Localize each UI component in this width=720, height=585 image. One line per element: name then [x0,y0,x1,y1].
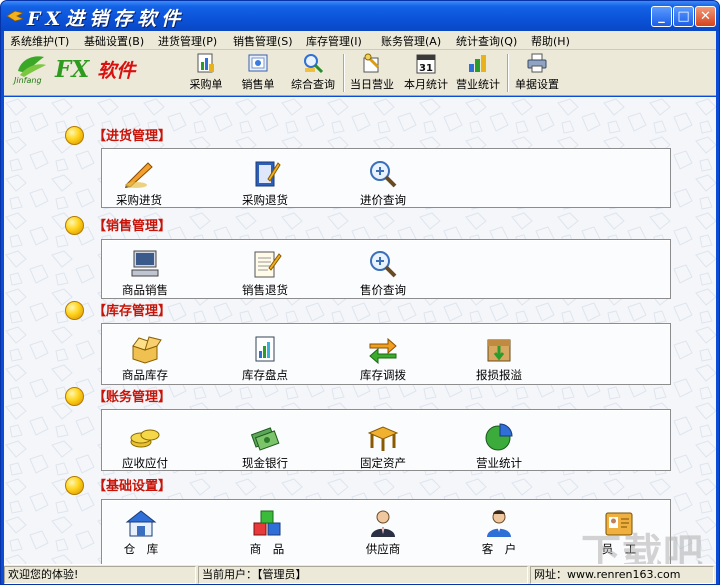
section-title-accounts: 【账务管理】 [93,390,172,405]
panel-purchase: 采购进货 采购退货 进价查询 [101,148,671,208]
cubes-icon [253,510,281,536]
menu-basic-settings[interactable]: 基础设置(B) [84,33,144,49]
item-purchase-return[interactable]: 采购退货 [220,159,310,208]
brand-logo: Jinfang [12,56,46,85]
panel-accounts: 应收应付 现金银行 固定资产 营业统计 [101,409,671,471]
daily-business-icon [363,53,380,73]
section-title-sales: 【销售管理】 [93,219,172,234]
toolbar-daily-business[interactable]: 当日营业 [347,52,397,94]
item-sales-return[interactable]: 销售退货 [220,249,310,298]
section-bullet [65,301,84,320]
main-content: 【进货管理】 采购进货 采购退货 进价查询 【销售管理】 商品销售 销售退货 售… [4,97,716,564]
minimize-icon: _ [658,9,665,24]
magnifier-icon [370,161,397,188]
table-icon [367,426,399,451]
toolbar-monthly-stats[interactable]: 31 本月统计 [401,52,451,94]
svg-text:Jinfang: Jinfang [12,76,42,85]
watermark: 下载吧 [581,531,704,564]
item-products[interactable]: 商 品 [222,508,312,557]
customer-icon [487,510,511,537]
panel-sales: 商品销售 销售退货 售价查询 [101,239,671,299]
item-purchase-in[interactable]: 采购进货 [94,159,184,208]
item-product-sales[interactable]: 商品销售 [100,249,190,298]
toolbar-sales-order[interactable]: 销售单 [238,52,278,94]
toolbar-separator [507,54,509,92]
item-loss-overflow[interactable]: 报损报溢 [454,334,544,383]
supplier-icon [371,510,395,537]
section-bullet [65,216,84,235]
computer-icon [131,250,159,277]
coins-icon [130,429,160,448]
pie-chart-icon [485,423,513,451]
section-title-purchase: 【进货管理】 [93,129,172,144]
printer-icon [527,53,547,73]
open-box-icon [132,336,162,364]
calendar-icon: 31 [416,54,436,74]
menu-system[interactable]: 系统维护(T) [10,33,69,49]
menu-bar: 系统维护(T) 基础设置(B) 进货管理(P) 销售管理(S) 库存管理(I) … [4,31,716,50]
notepad-icon [254,251,282,278]
item-stock-transfer[interactable]: 库存调拨 [338,334,428,383]
item-sale-price-query[interactable]: 售价查询 [338,249,428,298]
close-icon: ✕ [700,9,711,24]
toolbar-separator [343,54,345,92]
close-button[interactable]: ✕ [695,6,716,27]
status-bar: 欢迎您的体验! 当前用户：【管理员】 网址：www.renren163.com [4,564,716,584]
item-receivable-payable[interactable]: 应收应付 [100,422,190,471]
item-stocktaking[interactable]: 库存盘点 [220,334,310,383]
brand-fx: FX [55,56,90,83]
item-cash-bank[interactable]: 现金银行 [220,422,310,471]
section-bullet [65,387,84,406]
item-business-stats[interactable]: 营业统计 [454,422,544,471]
book-pen-icon [255,161,281,187]
transfer-arrows-icon [369,337,397,364]
menu-statistics[interactable]: 统计查询(Q) [456,33,517,49]
brand-software: 软件 [97,60,136,82]
item-supplier[interactable]: 供应商 [338,508,428,557]
menu-help[interactable]: 帮助(H) [531,33,570,49]
brand-name: FX 软件 [55,56,135,83]
report-icon [255,336,275,362]
item-product-inventory[interactable]: 商品库存 [100,334,190,383]
purchase-order-icon [197,53,214,73]
menu-accounts[interactable]: 账务管理(A) [381,33,441,49]
menu-purchase[interactable]: 进货管理(P) [158,33,217,49]
maximize-button[interactable]: □ [673,6,694,27]
menu-sales[interactable]: 销售管理(S) [233,33,293,49]
svg-text:31: 31 [419,63,433,74]
minimize-button[interactable]: _ [651,6,672,27]
section-bullet [65,126,84,145]
sales-order-icon [248,54,268,72]
item-cost-price-query[interactable]: 进价查询 [338,159,428,208]
panel-inventory: 商品库存 库存盘点 库存调拨 报损报溢 [101,323,671,385]
cash-icon [250,427,280,451]
toolbar-document-settings[interactable]: 单据设置 [511,52,563,94]
status-website: 网址：www.renren163.com [530,566,714,584]
section-title-inventory: 【库存管理】 [93,304,172,319]
pen-icon [125,162,153,188]
toolbar-purchase-order[interactable]: 采购单 [186,52,226,94]
section-title-basic-settings: 【基础设置】 [93,479,172,494]
toolbar-business-stats[interactable]: 营业统计 [453,52,503,94]
title-bar[interactable]: FX进销存软件 _ □ ✕ [1,1,719,31]
item-warehouse[interactable]: 仓 库 [96,508,186,557]
item-customer[interactable]: 客 户 [454,508,544,557]
item-fixed-assets[interactable]: 固定资产 [338,422,428,471]
business-stats-icon [469,55,486,72]
status-welcome: 欢迎您的体验! [4,566,196,584]
damaged-box-icon [487,339,511,362]
window-title: FX进销存软件 [27,8,186,30]
section-bullet [65,476,84,495]
menu-inventory[interactable]: 库存管理(I) [306,33,362,49]
app-icon [6,10,24,22]
status-current-user: 当前用户：【管理员】 [198,566,528,584]
toolbar: Jinfang FX 软件 采购单 销售单 综合查询 当日营业 31 本月统计 … [4,50,716,96]
warehouse-icon [125,510,157,537]
toolbar-query[interactable]: 综合查询 [288,52,338,94]
app-window: FX进销存软件 _ □ ✕ 系统维护(T) 基础设置(B) 进货管理(P) 销售… [0,0,720,585]
query-icon [304,54,324,74]
maximize-icon: □ [677,9,690,24]
magnifier-icon [370,251,397,278]
